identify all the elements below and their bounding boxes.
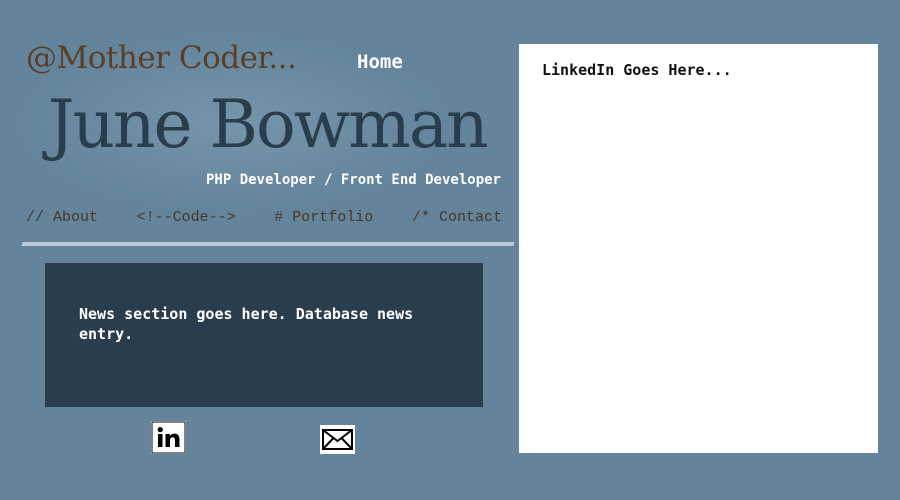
main-nav: // About <!--Code--> # Portfolio /* Cont…	[26, 209, 502, 226]
linkedin-link[interactable]	[151, 421, 186, 454]
nav-item-portfolio[interactable]: # Portfolio	[274, 209, 373, 226]
nav-item-contact[interactable]: /* Contact	[412, 209, 502, 226]
email-link[interactable]	[320, 425, 355, 454]
news-section: News section goes here. Database news en…	[45, 263, 483, 407]
home-link[interactable]: Home	[357, 51, 403, 73]
header-divider	[21, 242, 515, 246]
nav-item-code[interactable]: <!--Code-->	[137, 209, 236, 226]
site-brand: @Mother Coder...	[26, 40, 297, 76]
nav-item-about[interactable]: // About	[26, 209, 98, 226]
role-subtitle: PHP Developer / Front End Developer	[205, 172, 501, 188]
envelope-icon	[320, 425, 355, 454]
page-title: June Bowman	[48, 86, 489, 163]
linkedin-panel: LinkedIn Goes Here...	[519, 44, 878, 453]
linkedin-icon	[151, 421, 186, 454]
linkedin-placeholder-text: LinkedIn Goes Here...	[542, 61, 732, 79]
news-entry-text: News section goes here. Database news en…	[79, 305, 414, 343]
